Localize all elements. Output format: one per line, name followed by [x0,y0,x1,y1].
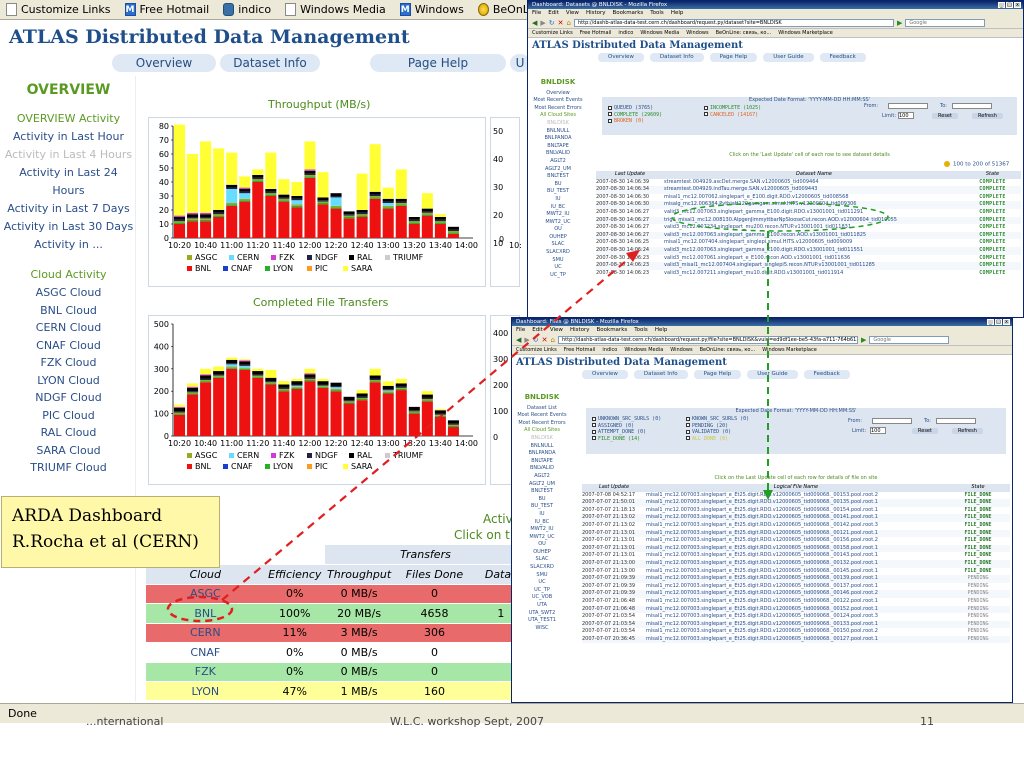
red-arrow-line [221,255,633,601]
bnl-highlight-ellipse [166,595,234,623]
annotation-overlay [166,202,889,623]
green-arrow-head [763,490,773,500]
dataset-highlight-ellipse [671,202,889,232]
red-arrow-head [626,250,640,262]
